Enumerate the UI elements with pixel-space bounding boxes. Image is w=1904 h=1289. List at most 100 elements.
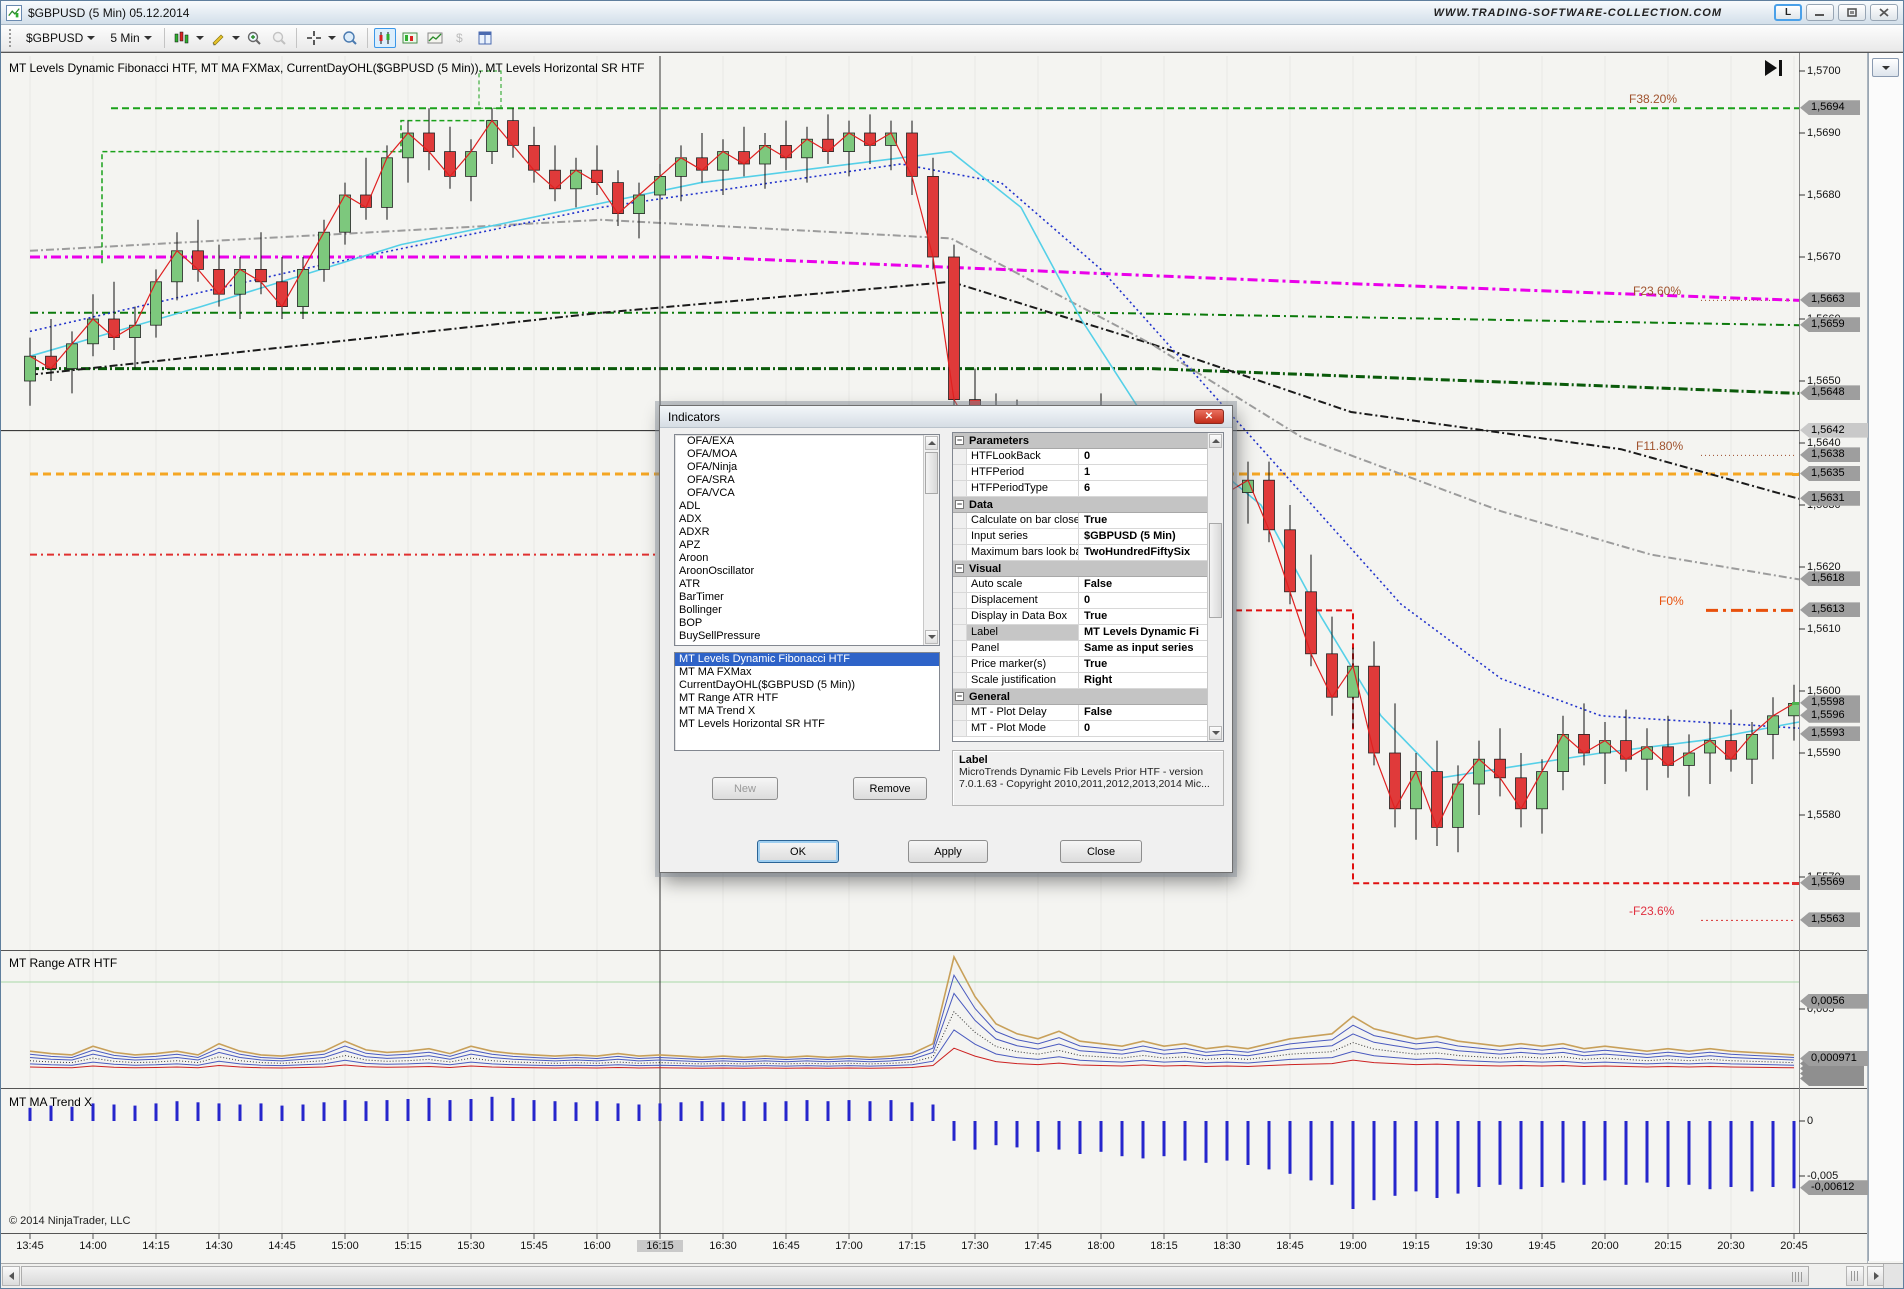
ok-button[interactable]: OK bbox=[757, 840, 839, 863]
scroll-thumb[interactable] bbox=[925, 452, 938, 494]
property-value[interactable]: True bbox=[1079, 609, 1223, 624]
mini-chart-icon[interactable] bbox=[424, 28, 446, 48]
selected-indicator-item[interactable]: MT Levels Horizontal SR HTF bbox=[675, 718, 939, 731]
property-value[interactable]: 0 bbox=[1079, 593, 1223, 608]
property-row[interactable]: PanelSame as input series bbox=[953, 641, 1223, 657]
available-indicator-item[interactable]: BuySellPressure bbox=[675, 630, 939, 643]
property-value[interactable]: 1 bbox=[1079, 465, 1223, 480]
property-group-row[interactable]: −General bbox=[953, 689, 1223, 705]
collapse-icon[interactable]: − bbox=[955, 436, 964, 445]
available-indicator-item[interactable]: BOP bbox=[675, 617, 939, 630]
property-value[interactable]: $GBPUSD (5 Min) bbox=[1079, 529, 1223, 544]
dialog-close-button[interactable]: ✕ bbox=[1194, 409, 1224, 424]
bar-type-icon[interactable] bbox=[171, 28, 193, 48]
chart-trader-icon[interactable] bbox=[399, 28, 421, 48]
horizontal-scrollbar[interactable] bbox=[1, 1263, 1903, 1289]
chevron-down-icon[interactable] bbox=[196, 36, 204, 40]
selected-indicator-item[interactable]: MT Range ATR HTF bbox=[675, 692, 939, 705]
available-indicator-item[interactable]: ATR bbox=[675, 578, 939, 591]
zoom-in-icon[interactable] bbox=[243, 28, 265, 48]
chart-style-selected-icon[interactable] bbox=[374, 28, 396, 48]
property-value[interactable]: False bbox=[1079, 577, 1223, 592]
property-value[interactable]: False bbox=[1079, 705, 1223, 720]
property-value[interactable]: 6 bbox=[1079, 481, 1223, 496]
property-row[interactable]: HTFPeriod1 bbox=[953, 465, 1223, 481]
crosshair-icon[interactable] bbox=[303, 28, 325, 48]
property-row[interactable]: Auto scaleFalse bbox=[953, 577, 1223, 593]
collapse-icon[interactable]: − bbox=[955, 692, 964, 701]
available-indicators-list[interactable]: OFA/EXAOFA/MOAOFA/NinjaOFA/SRAOFA/VCAADL… bbox=[674, 434, 940, 646]
toolbar-grip[interactable] bbox=[9, 29, 13, 47]
collapse-icon[interactable]: − bbox=[955, 564, 964, 573]
property-value[interactable]: TwoHundredFiftySix bbox=[1079, 545, 1223, 560]
available-indicator-item[interactable]: OFA/SRA bbox=[675, 474, 939, 487]
collapse-icon[interactable]: − bbox=[955, 500, 964, 509]
selected-indicator-item[interactable]: MT Levels Dynamic Fibonacci HTF bbox=[675, 653, 939, 666]
property-value[interactable]: True bbox=[1079, 513, 1223, 528]
property-row[interactable]: HTFPeriodType6 bbox=[953, 481, 1223, 497]
scroll-up-button[interactable] bbox=[925, 436, 938, 450]
property-group-row[interactable]: −Parameters bbox=[953, 433, 1223, 449]
properties-scrollbar[interactable] bbox=[1207, 433, 1223, 741]
property-group-row[interactable]: −Visual bbox=[953, 561, 1223, 577]
available-indicator-item[interactable]: OFA/Ninja bbox=[675, 461, 939, 474]
property-value[interactable]: 0 bbox=[1079, 449, 1223, 464]
property-value[interactable]: 0 bbox=[1079, 721, 1223, 736]
properties-grid[interactable]: −ParametersHTFLookBack0HTFPeriod1HTFPeri… bbox=[952, 432, 1224, 742]
axis-splitter-button[interactable] bbox=[1846, 1266, 1864, 1286]
scroll-left-button[interactable] bbox=[2, 1266, 20, 1286]
l-button[interactable]: L bbox=[1774, 4, 1802, 21]
property-row[interactable]: MT - Plot DelayFalse bbox=[953, 705, 1223, 721]
property-row[interactable]: Price marker(s)True bbox=[953, 657, 1223, 673]
selected-indicator-item[interactable]: MT MA FXMax bbox=[675, 666, 939, 679]
draw-pencil-icon[interactable] bbox=[207, 28, 229, 48]
property-row[interactable]: Maximum bars look baTwoHundredFiftySix bbox=[953, 545, 1223, 561]
available-indicator-item[interactable]: AroonOscillator bbox=[675, 565, 939, 578]
scroll-down-button[interactable] bbox=[1209, 726, 1222, 740]
property-row[interactable]: MT - Plot Mode0 bbox=[953, 721, 1223, 737]
interval-selector[interactable]: 5 Min bbox=[104, 28, 157, 48]
property-value[interactable]: True bbox=[1079, 657, 1223, 672]
dialog-titlebar[interactable]: Indicators ✕ bbox=[660, 406, 1232, 428]
apply-button[interactable]: Apply bbox=[908, 840, 988, 863]
available-indicator-item[interactable]: ADX bbox=[675, 513, 939, 526]
available-indicator-item[interactable]: ADXR bbox=[675, 526, 939, 539]
property-row[interactable]: LabelMT Levels Dynamic Fi bbox=[953, 625, 1223, 641]
available-indicator-item[interactable]: ADL bbox=[675, 500, 939, 513]
property-value[interactable]: MT Levels Dynamic Fi bbox=[1079, 625, 1223, 640]
property-row[interactable]: Display in Data BoxTrue bbox=[953, 609, 1223, 625]
available-indicator-item[interactable]: APZ bbox=[675, 539, 939, 552]
property-row[interactable]: HTFLookBack0 bbox=[953, 449, 1223, 465]
property-value[interactable]: Right bbox=[1079, 673, 1223, 688]
property-row[interactable]: Input series$GBPUSD (5 Min) bbox=[953, 529, 1223, 545]
scroll-thumb[interactable] bbox=[1209, 523, 1222, 618]
property-row[interactable]: Calculate on bar closeTrue bbox=[953, 513, 1223, 529]
close-button[interactable] bbox=[1870, 4, 1898, 21]
scroll-thumb[interactable] bbox=[21, 1266, 1809, 1286]
chevron-down-icon[interactable] bbox=[232, 36, 240, 40]
available-indicator-item[interactable]: Bollinger bbox=[675, 604, 939, 617]
available-indicator-item[interactable]: OFA/MOA bbox=[675, 448, 939, 461]
data-box-icon[interactable] bbox=[339, 28, 361, 48]
restore-button[interactable] bbox=[1838, 4, 1866, 21]
available-indicator-item[interactable]: Aroon bbox=[675, 552, 939, 565]
instrument-selector[interactable]: $GBPUSD bbox=[20, 28, 101, 48]
available-indicator-item[interactable]: BarTimer bbox=[675, 591, 939, 604]
remove-button[interactable]: Remove bbox=[853, 777, 927, 800]
dialog-close-action-button[interactable]: Close bbox=[1060, 840, 1142, 863]
grid-panel-icon[interactable] bbox=[474, 28, 496, 48]
available-indicator-item[interactable]: OFA/EXA bbox=[675, 435, 939, 448]
available-indicator-item[interactable]: OFA/VCA bbox=[675, 487, 939, 500]
minimize-button[interactable] bbox=[1806, 4, 1834, 21]
selected-indicator-item[interactable]: MT MA Trend X bbox=[675, 705, 939, 718]
property-row[interactable]: Displacement0 bbox=[953, 593, 1223, 609]
property-row[interactable]: Scale justificationRight bbox=[953, 673, 1223, 689]
chevron-down-icon[interactable] bbox=[328, 36, 336, 40]
available-list-scrollbar[interactable] bbox=[923, 435, 939, 645]
property-value[interactable]: Same as input series bbox=[1079, 641, 1223, 656]
scroll-down-button[interactable] bbox=[925, 630, 938, 644]
panel-dropdown-button[interactable] bbox=[1872, 58, 1899, 77]
selected-indicators-list[interactable]: MT Levels Dynamic Fibonacci HTFMT MA FXM… bbox=[674, 652, 940, 751]
property-group-row[interactable]: −Data bbox=[953, 497, 1223, 513]
selected-indicator-item[interactable]: CurrentDayOHL($GBPUSD (5 Min)) bbox=[675, 679, 939, 692]
